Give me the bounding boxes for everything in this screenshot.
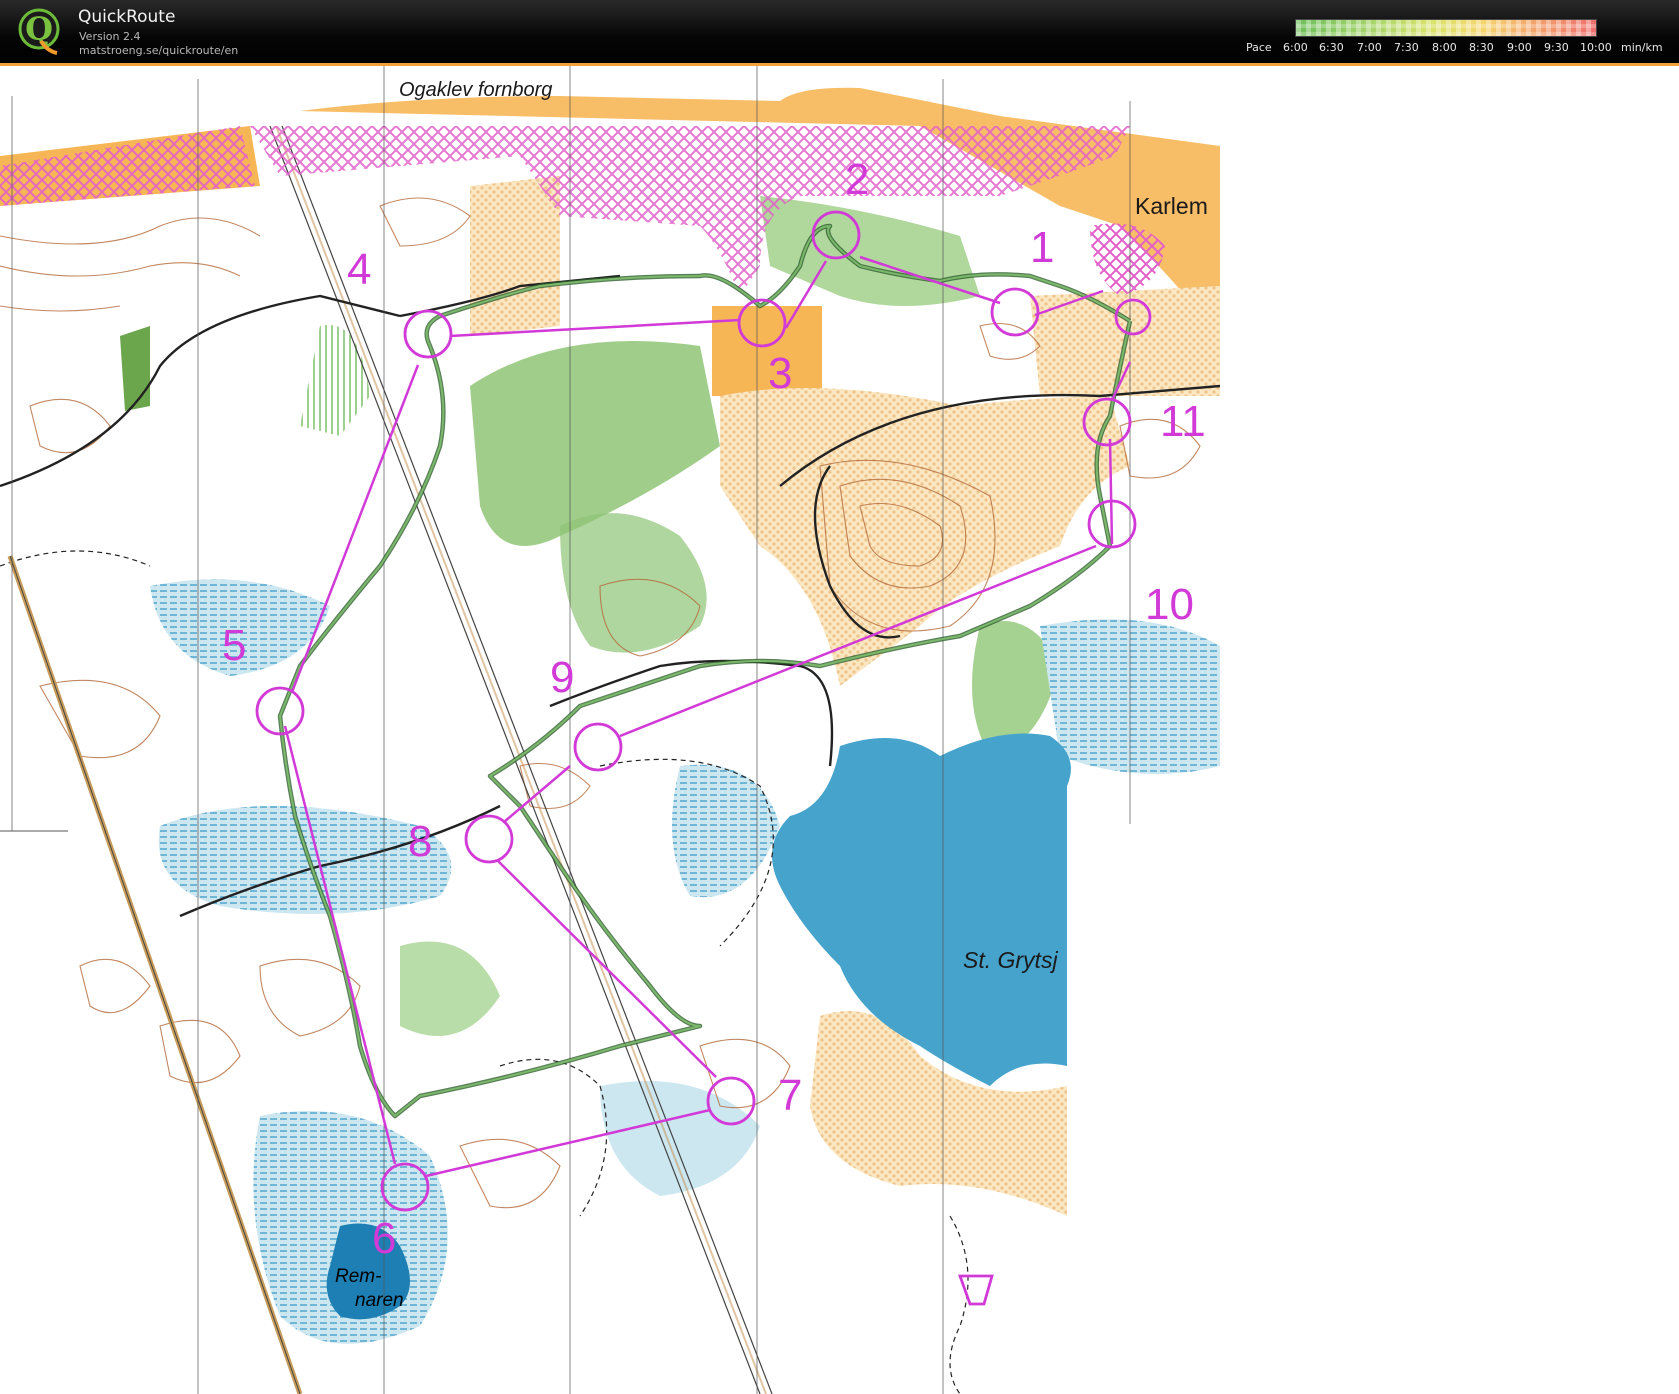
control-number-7: 7 [778,1071,802,1120]
control-number-1: 1 [1030,223,1054,272]
pace-tick: 9:00 [1507,41,1532,54]
control-number-3: 3 [768,349,792,398]
pace-tick: 8:30 [1469,41,1494,54]
place-name-ogaklev: Ogaklev fornborg [399,79,552,101]
control-number-9: 9 [550,653,574,702]
pace-tick: 6:30 [1319,41,1344,54]
place-name-remnaren-1: Rem- [335,1266,381,1287]
pace-color-gradient [1295,19,1597,37]
orienteering-map[interactable]: 1 2 3 4 5 6 7 8 9 10 11 Ogaklev fornborg… [0,66,1679,1394]
place-name-karlem: Karlem [1135,193,1208,219]
pace-label: Pace [1246,41,1272,54]
place-name-st-grytsj: St. Grytsj [963,947,1058,973]
pace-tick: 10:00 [1580,41,1612,54]
app-header: Q QuickRoute Version 2.4 matstroeng.se/q… [0,0,1679,66]
pace-tick: 7:30 [1394,41,1419,54]
pace-unit: min/km [1621,41,1663,54]
svg-text:Q: Q [25,10,53,48]
pace-tick: 8:00 [1432,41,1457,54]
control-number-4: 4 [347,245,371,294]
control-number-10: 10 [1145,580,1194,629]
control-number-6: 6 [372,1214,396,1263]
pace-tick: 6:00 [1283,41,1308,54]
pace-tick: 9:30 [1544,41,1569,54]
control-number-8: 8 [408,817,432,866]
app-title: QuickRoute [78,7,176,27]
app-url-link[interactable]: matstroeng.se/quickroute/en [79,44,238,57]
pace-tick: 7:00 [1357,41,1382,54]
place-name-remnaren-2: naren [355,1290,404,1311]
app-version: Version 2.4 [79,30,141,43]
control-number-2: 2 [845,155,869,204]
control-number-11: 11 [1160,397,1206,446]
control-number-5: 5 [222,621,246,670]
quickroute-logo: Q [18,8,60,55]
